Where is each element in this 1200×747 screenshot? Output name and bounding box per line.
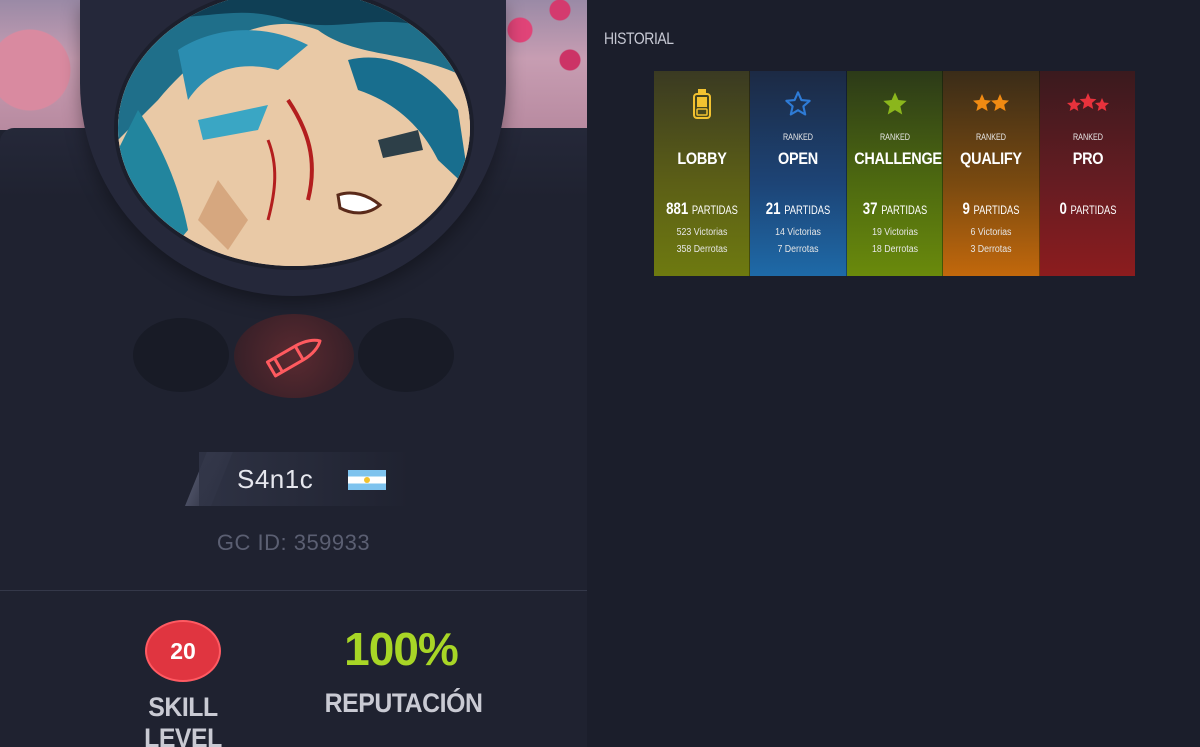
card-title: OPEN [778,149,819,168]
card-losses: 3 Derrotas [970,244,1012,255]
card-losses: 18 Derrotas [871,244,918,255]
card-losses: 7 Derrotas [777,244,819,255]
reputation-value: 100% [344,623,459,675]
card-ranked-label: RANKED [783,132,814,142]
star-icon [847,87,942,121]
card-wins: 14 Victorias [775,227,822,238]
three-stars-icon [1040,87,1135,121]
history-card-lobby[interactable]: LOBBY 881 PARTIDAS 523 Victorias 358 Der… [654,71,751,276]
badge-slot-empty[interactable] [133,318,229,392]
reputation-label: REPUTACIÓN [324,688,483,718]
badge-selected[interactable] [234,314,354,398]
card-title: QUALIFY [960,149,1023,168]
card-ranked-label: RANKED [976,132,1007,142]
divider [0,590,587,591]
card-matches: 881 PARTIDAS [666,199,738,218]
reputation: 100% REPUTACIÓN [318,618,484,719]
card-title: CHALLENGE [854,149,942,168]
argentina-flag-icon [348,470,386,490]
card-matches: 37 PARTIDAS [862,199,928,218]
history-cards: LOBBY 881 PARTIDAS 523 Victorias 358 Der… [654,71,1136,276]
star-outline-icon [750,87,845,121]
profile-panel: S4n1c GC ID: 359933 20 SKILL LEVEL 100% … [0,0,587,747]
card-title: LOBBY [677,149,727,168]
skill-level-label: SKILL LEVEL [144,692,222,747]
card-wins: 19 Victorias [871,227,918,238]
card-matches: 21 PARTIDAS [766,199,831,218]
tag-icon [654,87,749,121]
two-stars-icon [943,87,1038,121]
badge-row [0,314,587,398]
card-title: PRO [1072,149,1103,168]
history-card-challenge[interactable]: RANKED CHALLENGE 37 PARTIDAS 19 Victoria… [846,71,944,276]
avatar-image [118,0,470,266]
skill-level-badge: 20 [145,620,221,682]
bullet-icon [265,338,322,378]
history-card-open[interactable]: RANKED OPEN 21 PARTIDAS 14 Victorias 7 D… [750,71,847,276]
history-card-pro[interactable]: RANKED PRO 0 PARTIDAS [1039,71,1136,276]
username: S4n1c [237,464,314,494]
card-ranked-label: RANKED [1072,132,1103,142]
gc-id: GC ID: 359933 [216,530,371,555]
history-card-qualify[interactable]: RANKED QUALIFY 9 PARTIDAS 6 Victorias 3 … [943,71,1040,276]
card-wins: 6 Victorias [970,227,1012,238]
avatar[interactable] [118,0,470,266]
card-losses: 358 Derrotas [676,244,728,255]
card-matches: 0 PARTIDAS [1059,199,1117,218]
card-ranked-label: RANKED [879,132,910,142]
name-plate: S4n1c [185,452,410,506]
skill-level: 20 SKILL LEVEL [108,620,258,747]
badge-slot-empty[interactable] [358,318,454,392]
card-wins: 523 Victorias [676,227,728,238]
card-matches: 9 PARTIDAS [962,199,1020,218]
history-title: HISTORIAL [604,29,674,48]
